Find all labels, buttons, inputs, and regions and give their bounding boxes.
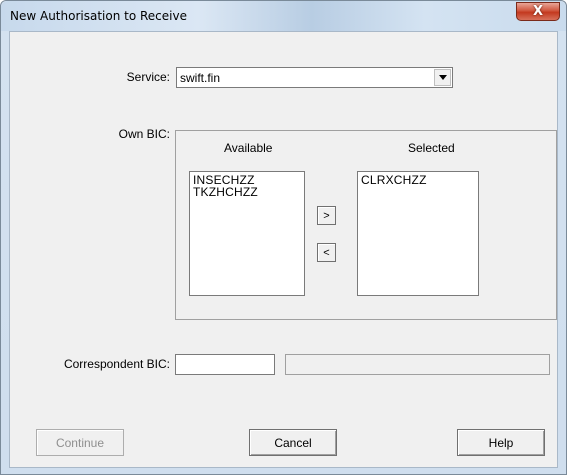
chevron-left-icon: < [323,246,330,259]
continue-button[interactable]: Continue [36,429,124,456]
dialog-client-area: Service: swift.fin Own BIC: Available Se… [9,31,558,468]
cancel-button[interactable]: Cancel [249,429,337,456]
selected-header: Selected [408,141,455,155]
chevron-right-icon: > [323,209,330,222]
available-list[interactable]: INSECHZZ TKZHCHZZ [189,171,305,296]
own-bic-group: Available Selected INSECHZZ TKZHCHZZ > <… [175,130,557,320]
available-header: Available [224,141,273,155]
add-button[interactable]: > [317,206,336,225]
chevron-down-icon [438,75,447,80]
close-icon: X [532,4,544,19]
dialog-window: New Authorisation to Receive X Service: … [0,0,567,475]
selected-list[interactable]: CLRXCHZZ [357,171,479,296]
remove-button[interactable]: < [317,243,336,262]
list-item[interactable]: TKZHCHZZ [193,186,301,198]
correspondent-description-field [285,354,550,375]
correspondent-bic-input[interactable] [175,354,275,375]
title-bar[interactable]: New Authorisation to Receive X [1,1,566,31]
list-item[interactable]: CLRXCHZZ [361,174,475,186]
own-bic-label: Own BIC: [118,127,170,141]
close-button[interactable]: X [516,2,560,21]
window-title: New Authorisation to Receive [10,9,187,23]
correspondent-bic-label: Correspondent BIC: [63,357,170,371]
service-dropdown[interactable]: swift.fin [176,67,453,88]
dropdown-button[interactable] [434,69,451,86]
service-value: swift.fin [180,71,221,85]
service-label: Service: [126,70,170,84]
help-button[interactable]: Help [457,429,545,456]
